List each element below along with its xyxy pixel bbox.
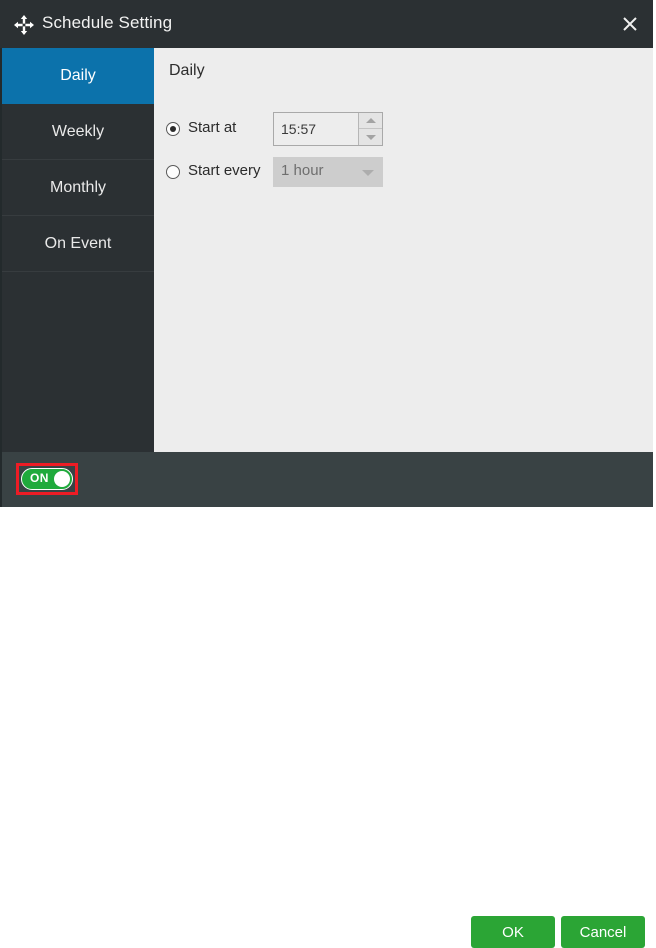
ok-button[interactable]: OK	[471, 916, 555, 948]
start-at-time-value: 15:57	[281, 121, 317, 137]
sidebar-item-on-event[interactable]: On Event	[2, 216, 154, 272]
enable-schedule-toggle[interactable]: ON	[21, 468, 73, 490]
start-every-radio[interactable]	[166, 165, 180, 179]
start-at-label[interactable]: Start at	[188, 119, 236, 136]
start-at-radio[interactable]	[166, 122, 180, 136]
chevron-down-icon	[362, 170, 374, 176]
sidebar-item-label: Daily	[60, 67, 96, 84]
dialog-body: Daily Weekly Monthly On Event Daily Star…	[2, 48, 653, 452]
panel-heading: Daily	[169, 62, 205, 79]
interval-dropdown[interactable]: 1 hour	[273, 157, 383, 187]
sidebar-item-label: Weekly	[51, 123, 105, 140]
footer-bar: ON OK Cancel	[2, 452, 653, 948]
start-at-time-field[interactable]: 15:57	[273, 112, 383, 146]
toggle-knob	[54, 470, 70, 487]
sidebar-item-label: On Event	[44, 235, 112, 252]
spinner-up-button[interactable]	[359, 113, 382, 129]
window-title: Schedule Setting	[42, 13, 173, 32]
cancel-button[interactable]: Cancel	[561, 916, 645, 948]
move-icon[interactable]	[13, 14, 35, 36]
spinner-down-button[interactable]	[359, 129, 382, 145]
sidebar: Daily Weekly Monthly On Event	[2, 48, 154, 452]
close-icon[interactable]	[614, 9, 646, 39]
content-panel: Daily Start at 15:57 Start every 1 hour	[154, 48, 653, 452]
start-every-label[interactable]: Start every	[188, 162, 261, 179]
schedule-setting-dialog: Schedule Setting Daily Weekly Monthly On…	[0, 0, 656, 948]
sidebar-item-daily[interactable]: Daily	[2, 48, 154, 104]
chevron-up-icon	[365, 118, 376, 123]
interval-value: 1 hour	[281, 162, 324, 179]
time-spinner	[358, 113, 382, 145]
chevron-down-icon	[365, 134, 376, 140]
sidebar-item-monthly[interactable]: Monthly	[2, 160, 154, 216]
sidebar-item-weekly[interactable]: Weekly	[2, 104, 154, 160]
toggle-state-label: ON	[30, 471, 49, 485]
title-bar: Schedule Setting	[0, 0, 656, 48]
sidebar-item-label: Monthly	[49, 179, 107, 196]
